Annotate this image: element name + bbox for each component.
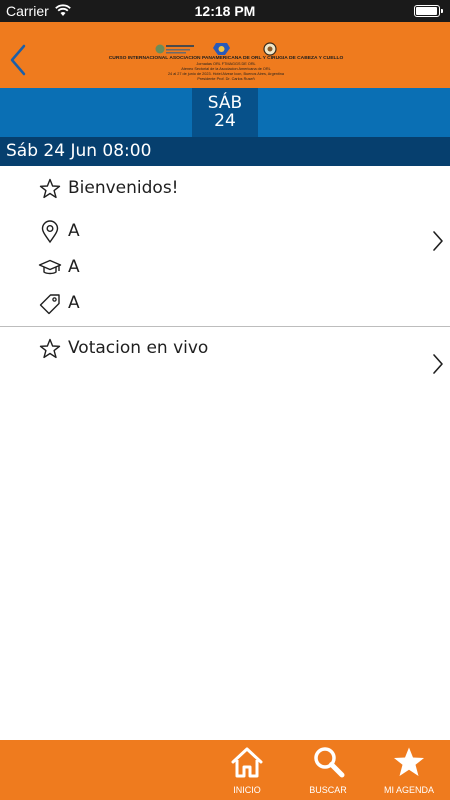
tab-home-label: INICIO: [233, 785, 261, 795]
banner-line-1: Jornadas ORL FTMAGGS DE ORL: [196, 62, 256, 66]
graduation-cap-icon: [38, 259, 62, 275]
chevron-right-icon: [433, 354, 443, 374]
search-icon: [314, 747, 345, 778]
session-location: A: [68, 221, 80, 241]
session-item[interactable]: Bienvenidos! A A A: [0, 166, 450, 326]
battery-icon: [414, 5, 443, 17]
tab-my-agenda-label: MI AGENDA: [383, 785, 434, 795]
banner-line-2: Ateneo Sectorial de la Asociacion Americ…: [181, 67, 271, 71]
event-banner: Curso Internacional Asociacion Panameric…: [108, 40, 344, 90]
tab-my-agenda[interactable]: MI AGENDA: [382, 740, 436, 800]
tab-search-label: BUSCAR: [309, 785, 347, 795]
day-of-week: SÁB: [207, 93, 243, 113]
banner-line-4: Presidente Prof. Dr. Carlos Ruseñ: [197, 77, 255, 81]
time-slot-header: Sáb 24 Jun 08:00: [0, 137, 450, 166]
star-icon: [394, 747, 424, 776]
star-outline-icon[interactable]: [38, 177, 62, 201]
banner-line-3: 24 al 27 de junio de 2023. Hotel Alvear …: [167, 72, 285, 76]
day-selector: SÁB 24: [0, 88, 450, 137]
back-button[interactable]: [6, 42, 36, 78]
day-tab-selected[interactable]: SÁB 24: [192, 88, 258, 137]
location-pin-icon: [41, 220, 59, 244]
app-header: Curso Internacional Asociacion Panameric…: [0, 22, 450, 88]
tab-home[interactable]: INICIO: [224, 740, 270, 800]
time-slot-label: Sáb 24 Jun 08:00: [6, 141, 152, 161]
session-tag: A: [68, 293, 80, 313]
clock: 12:18 PM: [194, 3, 256, 19]
bottom-tab-bar: INICIO BUSCAR MI AGENDA: [0, 740, 450, 800]
tab-search[interactable]: BUSCAR: [304, 740, 352, 800]
session-title: Votacion en vivo: [68, 338, 209, 358]
session-item[interactable]: Votacion en vivo: [0, 327, 450, 397]
day-of-month: 24: [214, 111, 236, 131]
banner-title: Curso Internacional Asociacion Panameric…: [108, 56, 344, 61]
home-icon: [231, 747, 263, 778]
session-title: Bienvenidos!: [68, 178, 179, 198]
tag-icon: [39, 294, 60, 315]
star-outline-icon[interactable]: [38, 337, 62, 361]
status-bar: Carrier 12:18 PM: [0, 0, 450, 22]
battery-level: [416, 7, 437, 15]
session-speaker: A: [68, 257, 80, 277]
chevron-right-icon: [433, 231, 443, 251]
